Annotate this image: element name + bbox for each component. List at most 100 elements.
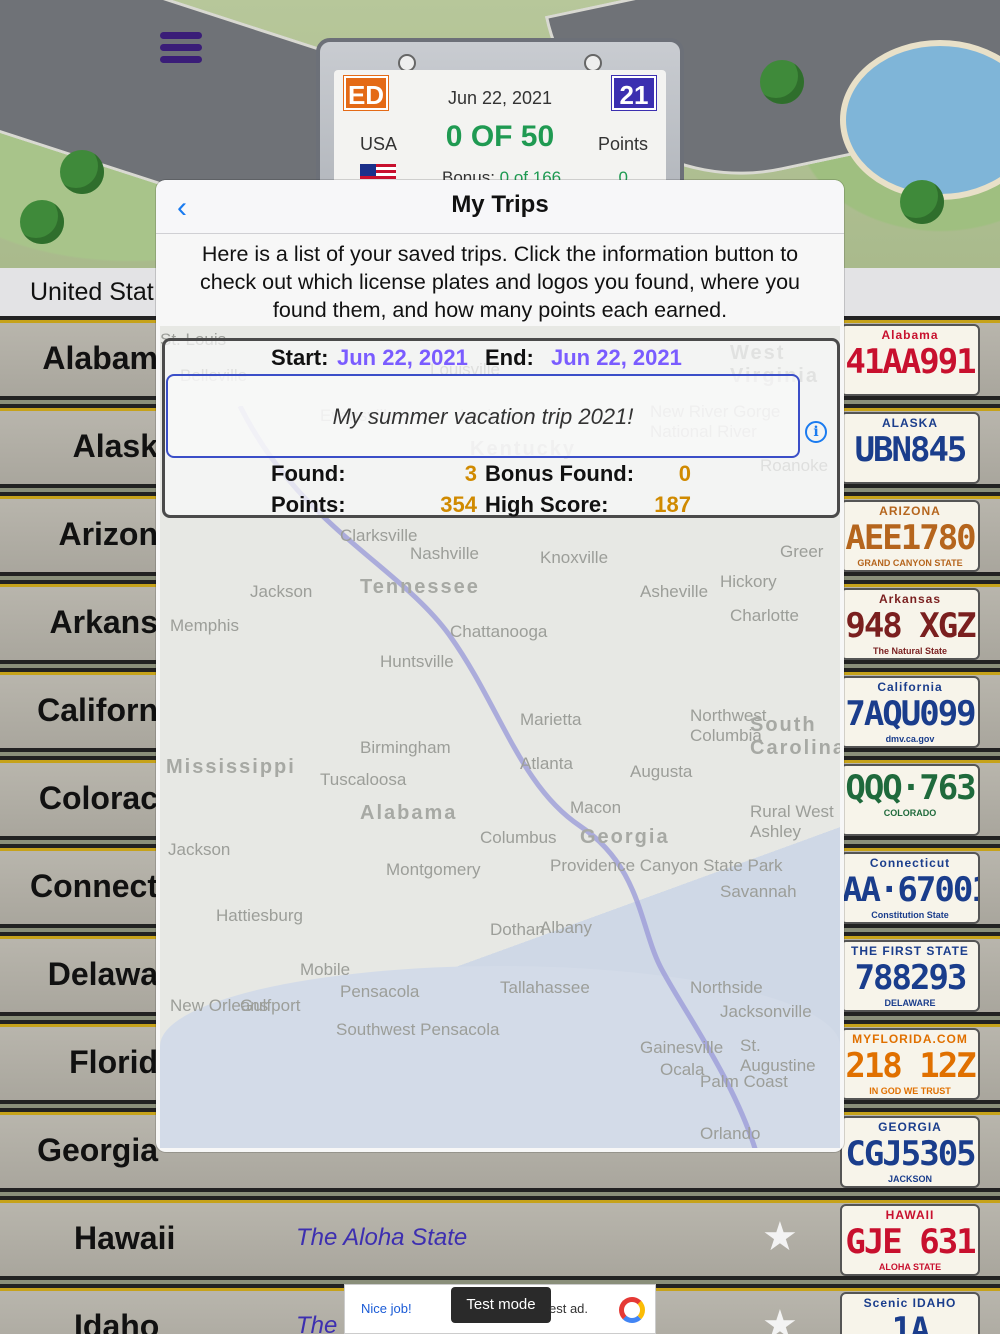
star-icon[interactable]: ★ [762,1302,798,1334]
found-value: 3 [464,461,477,486]
license-plate: ARIZONA AEE1780 GRAND CANYON STATE [840,500,980,572]
state-row[interactable]: Hawaii The Aloha State ★ HAWAII GJE 631 ALOHA… [0,1196,1000,1280]
ad-logo-icon [619,1297,645,1323]
map-label: Northside [690,978,763,997]
trip-note-field[interactable]: My summer vacation trip 2021! [166,374,800,458]
license-plate: California 7AQU099 dmv.ca.gov [840,676,980,748]
plate-bot: IN GOD WE TRUST [869,1086,951,1096]
map-label: Pensacola [340,982,420,1001]
license-plate: Arkansas 948 XGZ The Natural State [840,588,980,660]
plate-num: 1A 1566A [891,1310,931,1334]
license-plate: GEORGIA CGJ5305 JACKSON [840,1116,980,1188]
ad-text: est ad. [549,1301,589,1316]
my-trips-modal: ‹ My Trips Here is a list of your saved … [156,180,844,1152]
plate-top: HAWAII [885,1208,935,1222]
star-icon[interactable]: ★ [762,1214,798,1260]
map-label: Marietta [520,710,582,729]
plate-num: UBN845 [854,430,968,470]
modal-nav-bar: ‹ My Trips [156,180,844,234]
tree [60,150,104,194]
bonus-found-label: Bonus Found: [485,461,635,486]
map-label: Asheville [640,582,709,601]
state-name: Delawa [47,956,158,992]
end-label: End: [485,345,534,370]
plate-num: 7AQU099 [845,694,976,734]
tree [20,200,64,244]
state-name: Arkans [49,604,159,640]
plate-top: THE FIRST STATE [851,944,969,958]
map-label: Clarksville [340,526,418,545]
plate-top: ALASKA [882,416,938,430]
end-date: Jun 22, 2021 [551,345,682,370]
state-name: Arizon [58,516,158,552]
ad-text: Nice job! [361,1301,412,1316]
plate-num: GJE 631 [845,1222,976,1262]
start-label: Start: [271,345,329,370]
state-name: Georgia [37,1132,158,1168]
plate-bot: GRAND CANYON STATE [857,558,963,568]
state-nickname: The Aloha State [296,1224,468,1251]
modal-description: Here is a list of your saved trips. Clic… [200,242,800,322]
modal-title: My Trips [451,191,549,218]
plate-top: ARIZONA [879,504,941,518]
map-label: Providence Canyon State Park [550,856,783,875]
map-label: Jackson [168,840,231,859]
plate-top: GEORGIA [878,1120,942,1134]
plate-top: Scenic IDAHO [863,1296,957,1310]
license-plate: Connecticut AA·67001 Constitution State [840,852,980,924]
map-label: Jacksonville [720,1002,812,1021]
info-icon[interactable]: i [805,421,827,443]
plate-bot: DELAWARE [884,998,936,1008]
map-label: Palm Coast [700,1072,788,1091]
map-label: Mobile [300,960,351,979]
map-label: Jackson [250,582,313,601]
map-label: Columbus [480,828,557,847]
score-plate: ED 21 Jun 22, 2021 USA 0 OF 50 Points Bo… [316,38,684,198]
trip-card[interactable]: Start: Jun 22, 2021 End: Jun 22, 2021 My… [162,338,840,518]
map-label: Huntsville [380,652,454,671]
ad-banner[interactable]: Nice job! Test mode est ad. [344,1284,656,1334]
plate-bot: The Natural State [872,646,948,656]
map-label: Albany [540,918,592,937]
high-score-value: 187 [654,492,691,517]
license-plate: THE FIRST STATE 788293 DELAWARE [840,940,980,1012]
plate-num: QQQ·763 [845,768,976,808]
plate-bot: JACKSON [887,1174,932,1184]
map-label: Chattanooga [450,622,548,641]
license-plate: Scenic IDAHO1A 1566A [840,1292,980,1334]
license-plate: Alabama 41AA991 [840,324,980,396]
map-label: Savannah [720,882,797,901]
map-label: Nashville [410,544,479,563]
map-label: Augusta [630,762,693,781]
plate-bot: COLORADO [883,808,937,818]
map-label: Gulfport [240,996,301,1015]
map-label: Macon [570,798,622,817]
plate-num: 41AA991 [845,342,976,382]
plate-num: CGJ5305 [845,1134,976,1174]
plate-num: AA·67001 [842,870,980,910]
license-plate: ALASKA UBN845 [840,412,980,484]
map-label: Montgomery [386,860,481,879]
points-value: 354 [440,492,477,517]
map-label: Georgia [580,826,670,848]
plate-top: California [877,680,943,694]
map-label: Birmingham [360,738,451,757]
found-label: Found: [271,461,346,486]
plate-num: AEE1780 [845,518,976,558]
map-label: Gainesville [640,1038,724,1057]
map-label: Memphis [170,616,239,635]
map-label: Hattiesburg [216,906,303,925]
license-plate: HAWAII GJE 631 ALOHA STATE [840,1204,980,1276]
state-name: Californ [37,692,158,728]
map-label: Knoxville [540,548,609,567]
state-name: Colorac [38,780,158,816]
plate-top: Arkansas [878,592,942,606]
plate-bot: ALOHA STATE [878,1262,942,1272]
score-date: Jun 22, 2021 [447,88,553,108]
map-label: Charlotte [730,606,799,625]
map-label: St. Augustine [740,1036,816,1075]
map-label: Hickory [720,572,777,591]
license-plate: MYFLORIDA.COM 218 12Z IN GOD WE TRUST [840,1028,980,1100]
hamburger-menu-icon[interactable] [160,32,202,66]
map-label: Orlando [700,1124,761,1143]
